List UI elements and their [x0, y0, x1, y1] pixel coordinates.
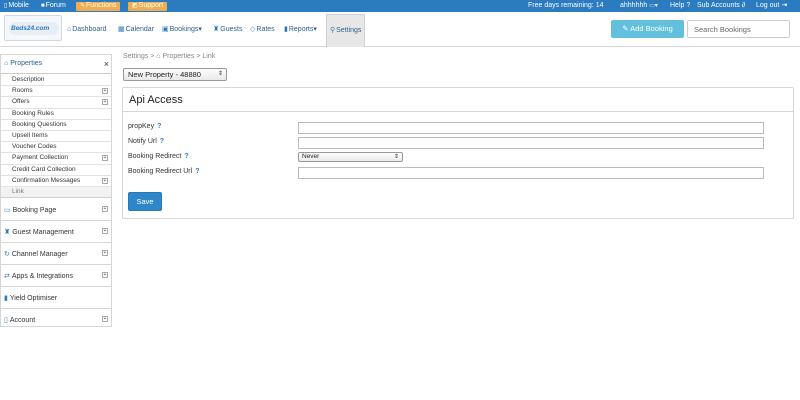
nav-guests[interactable]: ♜Guests — [213, 25, 242, 34]
nav-calendar[interactable]: ▦Calendar — [118, 25, 154, 34]
expand-icon[interactable]: + — [102, 205, 108, 212]
sidebar: ⌂ Properties × Description Rooms + Offers +… — [0, 54, 112, 327]
monitor-icon: ▭▾ — [649, 3, 658, 9]
sidebar-item-link[interactable]: Link — [1, 187, 111, 199]
sidebar-item-booking-questions[interactable]: Booking Questions — [1, 120, 111, 131]
top-bar: ▯Mobile ■Forum ✎Functions ◩Support Free … — [0, 0, 800, 12]
calendar-icon: ▦ — [118, 26, 125, 33]
panel-title: Api Access — [123, 88, 793, 112]
updown-icon: ⇕ — [393, 154, 399, 160]
search-bookings-input[interactable] — [687, 20, 790, 38]
help-icon[interactable]: ? — [184, 153, 188, 160]
question-icon: ? — [686, 2, 691, 9]
nav-reports[interactable]: ▮Reports▾ — [284, 25, 317, 34]
home-icon: ⌂ — [156, 53, 161, 60]
save-button[interactable]: Save — [128, 192, 162, 211]
add-booking-button[interactable]: ✎ Add Booking — [611, 20, 684, 38]
forum-link[interactable]: ■Forum — [41, 2, 66, 10]
sidebar-section-yield-optimiser[interactable]: ▮ Yield Optimiser — [1, 287, 111, 309]
api-access-panel: Api Access — [122, 87, 794, 219]
forum-icon: ■ — [41, 3, 45, 9]
expand-icon[interactable]: + — [102, 271, 108, 278]
breadcrumb-properties[interactable]: Properties — [162, 53, 194, 60]
home-icon: ⌂ — [4, 60, 9, 67]
notify-url-label: Notify Url? — [128, 138, 165, 145]
help-link[interactable]: Help ? — [670, 2, 690, 10]
user-menu[interactable]: ahhhhhh ▭▾ — [620, 2, 659, 10]
file-icon: ▯ — [4, 316, 8, 324]
monitor-icon: ▭ — [4, 206, 11, 214]
nav-settings[interactable]: ⚲Settings — [326, 14, 366, 47]
link-icon: ∂ — [741, 2, 746, 9]
sidebar-section-account[interactable]: ▯ Account + — [1, 309, 111, 331]
updown-icon: ⇕ — [217, 71, 223, 77]
tag-icon: ◇ — [250, 26, 256, 33]
refresh-icon: ↻ — [4, 250, 10, 258]
notify-url-field[interactable] — [298, 137, 764, 149]
expand-icon[interactable]: + — [102, 155, 108, 162]
breadcrumb-settings[interactable]: Settings — [123, 53, 148, 60]
logout-link[interactable]: Log out ⇥ — [756, 2, 787, 10]
help-icon[interactable]: ? — [160, 138, 164, 145]
sidebar-item-upsell-items[interactable]: Upsell Items — [1, 131, 111, 143]
close-icon[interactable]: × — [104, 59, 109, 69]
sidebar-section-channel-manager[interactable]: ↻ Channel Manager + — [1, 243, 111, 265]
sidebar-item-description[interactable]: Description — [1, 75, 111, 87]
expand-icon[interactable]: + — [102, 315, 108, 322]
sidebar-properties-header[interactable]: ⌂ Properties × — [1, 55, 111, 74]
mobile-icon: ▯ — [4, 3, 8, 9]
expand-icon[interactable]: + — [102, 177, 108, 184]
support-button[interactable]: ◩Support — [128, 1, 168, 11]
logout-icon: ⇥ — [781, 2, 788, 9]
property-select[interactable]: New Property - 48880 ⇕ — [123, 68, 227, 81]
pencil-icon: ✎ — [622, 24, 631, 33]
logo-text: Beds24.com — [11, 25, 50, 32]
guests-icon: ♜ — [213, 26, 220, 33]
chart-icon: ▮ — [4, 294, 8, 302]
dashboard-icon: ⌂ — [67, 26, 72, 33]
functions-button[interactable]: ✎Functions — [76, 1, 121, 11]
sidebar-section-booking-page[interactable]: ▭ Booking Page + — [1, 199, 111, 221]
sidebar-section-apps-integrations[interactable]: ⇄ Apps & Integrations + — [1, 265, 111, 287]
expand-icon[interactable]: + — [102, 249, 108, 256]
sidebar-item-offers[interactable]: Offers + — [1, 97, 111, 109]
booking-redirect-label: Booking Redirect? — [128, 153, 189, 160]
propkey-field[interactable] — [298, 122, 764, 134]
exchange-icon: ⇄ — [4, 272, 10, 280]
sidebar-item-payment-collection[interactable]: Payment Collection + — [1, 153, 111, 165]
expand-icon[interactable]: + — [102, 99, 108, 106]
breadcrumb: Settings > ⌂ Properties > Link — [123, 53, 216, 60]
nav-bookings[interactable]: ▣Bookings▾ — [162, 25, 202, 34]
help-icon[interactable]: ? — [195, 168, 199, 175]
sidebar-item-credit-card-collection[interactable]: Credit Card Collection — [1, 165, 111, 176]
sidebar-section-guest-management[interactable]: ♜ Guest Management + — [1, 221, 111, 243]
help-icon[interactable]: ? — [157, 123, 161, 130]
free-days-text: Free days remaining: 14 — [528, 2, 604, 9]
sidebar-item-voucher-codes[interactable]: Voucher Codes — [1, 142, 111, 154]
bookings-icon: ▣ — [162, 26, 169, 33]
wrench-icon: ⚲ — [330, 27, 336, 34]
booking-redirect-url-label: Booking Redirect Url? — [128, 168, 200, 175]
pencil-icon: ✎ — [80, 2, 86, 9]
sidebar-item-booking-rules[interactable]: Booking Rules — [1, 109, 111, 120]
expand-icon[interactable]: + — [102, 227, 108, 234]
reports-icon: ▮ — [284, 26, 288, 33]
booking-redirect-url-field[interactable] — [298, 167, 764, 179]
sub-accounts-link[interactable]: Sub Accounts ∂ — [697, 2, 745, 10]
mobile-link[interactable]: ▯Mobile — [4, 2, 29, 10]
sidebar-item-rooms[interactable]: Rooms + — [1, 86, 111, 98]
nav-rates[interactable]: ◇Rates — [250, 25, 275, 34]
support-icon: ◩ — [132, 2, 138, 9]
expand-icon[interactable]: + — [102, 88, 108, 95]
propkey-label: propKey? — [128, 123, 162, 130]
booking-redirect-select[interactable]: Never ⇕ — [298, 152, 403, 162]
breadcrumb-link: Link — [202, 53, 216, 60]
guests-icon: ♜ — [4, 228, 11, 236]
sidebar-item-confirmation-messages[interactable]: Confirmation Messages + — [1, 176, 111, 187]
logo[interactable]: Beds24.com — [4, 15, 62, 41]
nav-dashboard[interactable]: ⌂Dashboard — [67, 25, 106, 34]
